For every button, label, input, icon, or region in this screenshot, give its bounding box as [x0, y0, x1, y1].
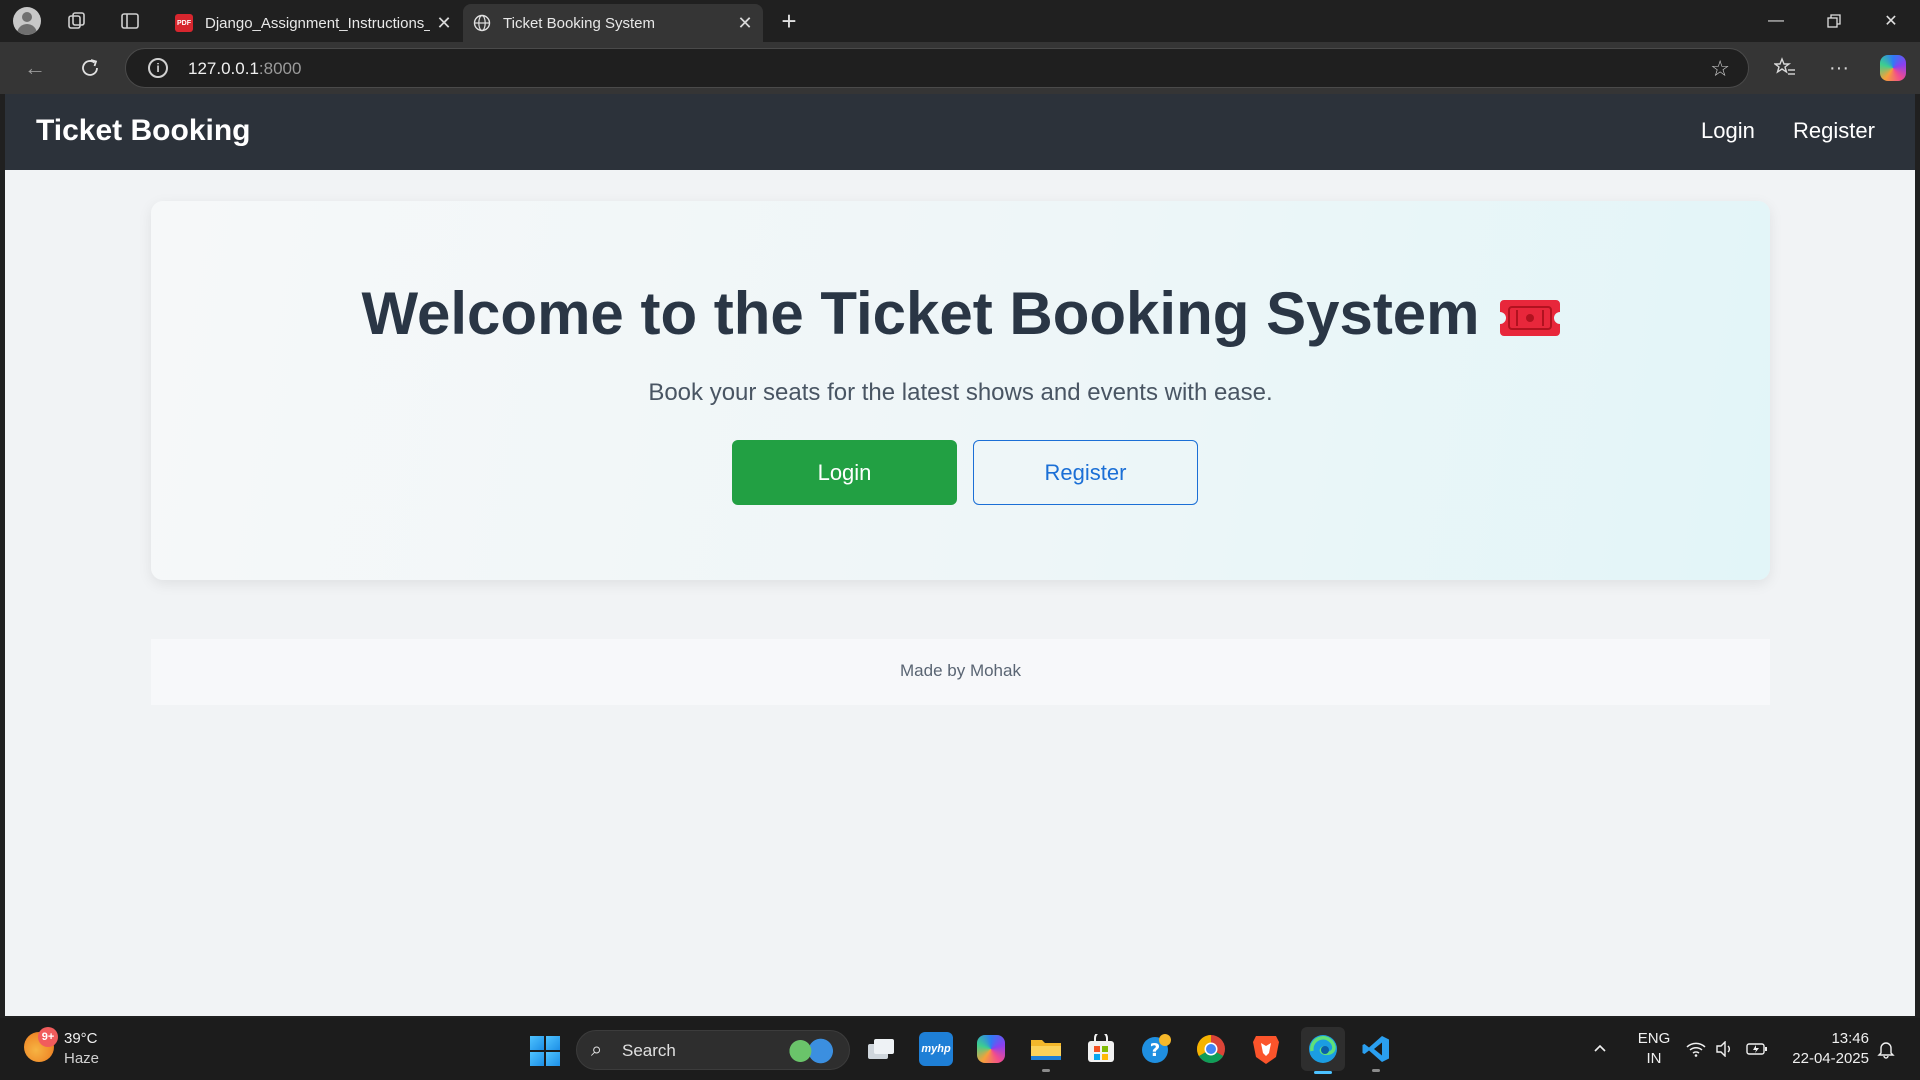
- register-button[interactable]: Register: [973, 440, 1198, 505]
- vertical-tabs-icon[interactable]: [117, 8, 143, 34]
- active-indicator: [1314, 1071, 1332, 1074]
- language-indicator[interactable]: ENG IN: [1634, 1018, 1674, 1080]
- nav-login-link[interactable]: Login: [1701, 118, 1755, 144]
- search-highlight-icon: [783, 1037, 841, 1065]
- weather-condition[interactable]: Haze: [64, 1050, 99, 1067]
- minimize-button[interactable]: —: [1747, 0, 1805, 42]
- vscode-icon[interactable]: [1359, 1032, 1393, 1072]
- file-explorer-icon[interactable]: [1029, 1032, 1063, 1072]
- ticket-icon: [1499, 283, 1560, 336]
- edge-browser-icon[interactable]: [1301, 1027, 1345, 1074]
- restore-button[interactable]: [1805, 0, 1863, 42]
- more-menu-icon[interactable]: ···: [1823, 52, 1855, 84]
- url-text: 127.0.0.1:8000: [188, 59, 302, 78]
- tab-title: Ticket Booking System: [503, 14, 655, 32]
- taskbar: 9+ 39°C Haze ⌕ Search myhp ? ENG IN 13:4…: [0, 1018, 1920, 1080]
- clock-date: 22-04-2025: [1792, 1050, 1869, 1067]
- workspaces-icon[interactable]: [64, 8, 90, 34]
- search-label: Search: [622, 1041, 676, 1060]
- search-icon: ⌕: [591, 1039, 603, 1061]
- weather-temperature[interactable]: 39°C: [64, 1030, 98, 1047]
- running-indicator: [1372, 1069, 1380, 1072]
- taskbar-search[interactable]: ⌕ Search: [576, 1030, 850, 1070]
- task-view-icon[interactable]: [864, 1032, 898, 1066]
- favorite-star-icon[interactable]: ☆: [1710, 56, 1730, 82]
- volume-icon[interactable]: [1715, 1018, 1733, 1080]
- site-navbar: Ticket Booking Login Register: [5, 94, 1915, 170]
- browser-toolbar: ← i 127.0.0.1:8000 ☆ ···: [0, 42, 1920, 94]
- tab-django-assignment[interactable]: PDF Django_Assignment_Instructions_ ✕: [165, 4, 462, 42]
- region-code: IN: [1646, 1050, 1662, 1067]
- browser-tab-bar: PDF Django_Assignment_Instructions_ ✕ Ti…: [0, 0, 1920, 42]
- hero-title: Welcome to the Ticket Booking System: [151, 279, 1770, 348]
- back-arrow-icon[interactable]: ←: [21, 54, 49, 82]
- hp-app-icon[interactable]: myhp: [919, 1032, 953, 1066]
- microsoft-store-icon[interactable]: [1084, 1032, 1118, 1066]
- close-tab-icon[interactable]: ✕: [731, 9, 759, 37]
- favorites-icon[interactable]: [1769, 52, 1801, 84]
- tab-ticket-booking[interactable]: Ticket Booking System ✕: [463, 4, 763, 42]
- tab-title: Django_Assignment_Instructions_: [205, 14, 430, 32]
- notification-badge: 9+: [38, 1027, 58, 1047]
- battery-icon[interactable]: [1746, 1018, 1768, 1080]
- language-code: ENG: [1637, 1030, 1671, 1047]
- show-hidden-icons-chevron[interactable]: [1592, 1018, 1608, 1080]
- clock-time: 13:46: [1831, 1030, 1869, 1047]
- chrome-icon[interactable]: [1194, 1032, 1228, 1066]
- wifi-icon[interactable]: [1686, 1018, 1706, 1080]
- copilot-app-icon[interactable]: [974, 1032, 1008, 1066]
- hero-card: Welcome to the Ticket Booking System Boo…: [151, 201, 1770, 580]
- profile-avatar[interactable]: [13, 7, 41, 35]
- site-info-icon[interactable]: i: [148, 58, 168, 78]
- brave-browser-icon[interactable]: [1249, 1032, 1283, 1066]
- copilot-icon[interactable]: [1877, 52, 1909, 84]
- refresh-icon[interactable]: [76, 54, 104, 82]
- running-indicator: [1042, 1069, 1050, 1072]
- clock[interactable]: 13:46 22-04-2025: [1783, 1018, 1869, 1080]
- pdf-icon: PDF: [175, 14, 193, 32]
- address-bar[interactable]: i 127.0.0.1:8000 ☆: [125, 48, 1749, 88]
- help-app-icon[interactable]: ?: [1139, 1032, 1173, 1066]
- close-window-button[interactable]: ✕: [1862, 0, 1920, 42]
- brand-link[interactable]: Ticket Booking: [36, 114, 250, 148]
- page-viewport: Ticket Booking Login Register Welcome to…: [5, 94, 1915, 1016]
- nav-register-link[interactable]: Register: [1793, 118, 1875, 144]
- globe-icon: [473, 14, 491, 32]
- windows-start-icon[interactable]: [530, 1036, 560, 1066]
- hero-subtitle: Book your seats for the latest shows and…: [648, 379, 1273, 406]
- new-tab-button[interactable]: +: [776, 6, 802, 36]
- close-tab-icon[interactable]: ✕: [430, 9, 458, 37]
- login-button[interactable]: Login: [732, 440, 957, 505]
- notification-center-icon[interactable]: [1876, 1018, 1896, 1080]
- site-footer: Made by Mohak: [151, 639, 1770, 705]
- svg-text:?: ?: [1150, 1040, 1160, 1061]
- footer-text: Made by Mohak: [900, 661, 1021, 680]
